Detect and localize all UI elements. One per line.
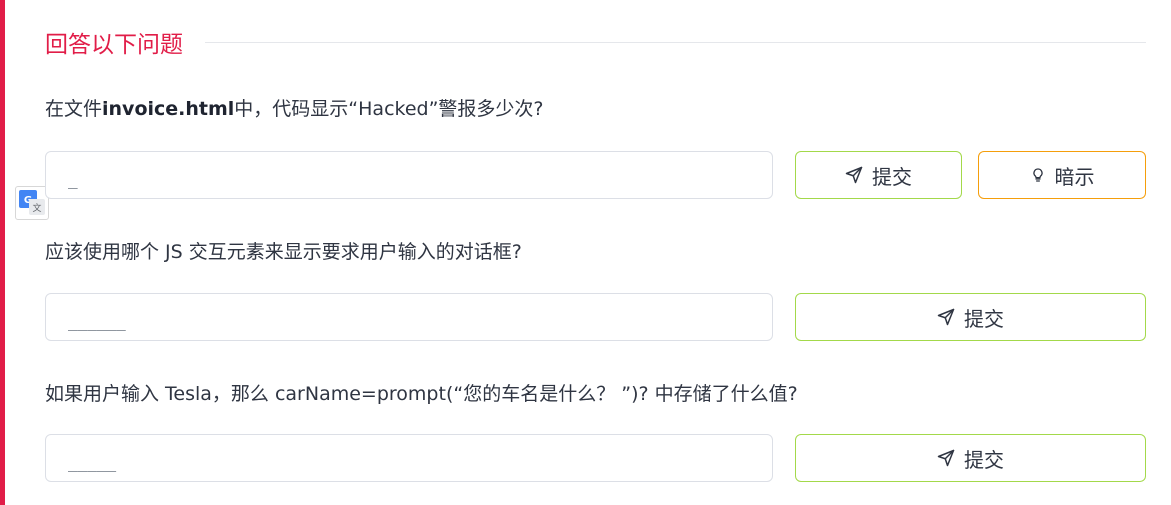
paper-plane-icon bbox=[937, 449, 955, 467]
submit-button-2[interactable]: 提交 bbox=[795, 293, 1146, 341]
left-accent-rail bbox=[0, 0, 5, 505]
lightbulb-icon bbox=[1030, 166, 1046, 184]
submit-button-label: 提交 bbox=[964, 447, 1004, 472]
answer-input-1[interactable] bbox=[45, 151, 773, 199]
svg-text:文: 文 bbox=[32, 202, 41, 214]
google-translate-icon[interactable]: G 文 bbox=[15, 186, 49, 220]
answer-input-2[interactable] bbox=[45, 293, 773, 341]
question-1-text: 在文件invoice.html中，代码显示“Hacked”警报多少次? bbox=[45, 94, 544, 121]
paper-plane-icon bbox=[937, 308, 955, 326]
hint-button-label: 暗示 bbox=[1054, 164, 1095, 189]
question-2-text: 应该使用哪个 JS 交互元素来显示要求用户输入的对话框? bbox=[45, 241, 522, 263]
paper-plane-icon bbox=[845, 166, 863, 184]
answer-input-3[interactable] bbox=[45, 434, 773, 482]
question-1-suffix: 中，代码显示“Hacked”警报多少次? bbox=[234, 98, 544, 120]
question-1-prefix: 在文件 bbox=[45, 98, 103, 120]
section-title: 回答以下问题 bbox=[45, 32, 183, 58]
hint-button-1[interactable]: 暗示 bbox=[978, 151, 1146, 199]
question-3-text: 如果用户输入 Tesla，那么 carName=prompt(“您的车名是什么？… bbox=[45, 383, 798, 405]
submit-button-3[interactable]: 提交 bbox=[795, 434, 1146, 482]
submit-button-1[interactable]: 提交 bbox=[795, 151, 962, 199]
submit-button-label: 提交 bbox=[872, 164, 912, 189]
submit-button-label: 提交 bbox=[964, 306, 1004, 331]
question-1-filename: invoice.html bbox=[102, 98, 235, 120]
section-divider bbox=[205, 41, 1146, 43]
section-header: 回答以下问题 bbox=[45, 26, 1146, 58]
